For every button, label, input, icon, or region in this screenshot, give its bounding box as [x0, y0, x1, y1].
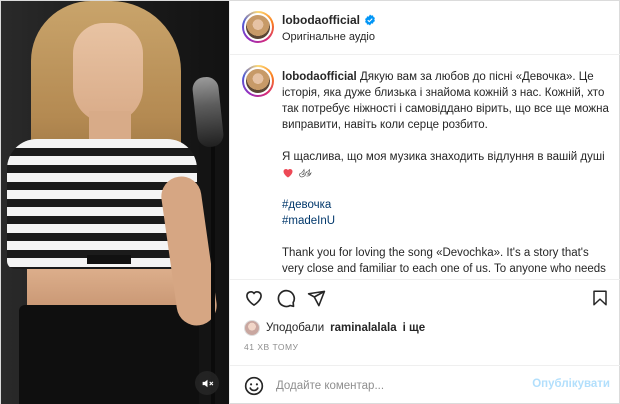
comment-button[interactable] [274, 286, 298, 310]
sound-off-icon [202, 379, 213, 387]
caption-text-2: Я щаслива, що моя музика знаходить відлу… [282, 151, 605, 163]
liker-username[interactable]: raminalalala [330, 322, 396, 334]
save-button[interactable] [588, 286, 612, 310]
likes-summary: Уподобали raminalalala і ще [244, 319, 425, 337]
emoji-icon[interactable] [244, 376, 264, 396]
caption-paragraph-1: lobodaofficial Дякую вам за любов до піс… [282, 69, 612, 133]
like-button[interactable] [242, 286, 266, 310]
author-username-text[interactable]: lobodaofficial [282, 13, 360, 27]
bookmark-icon [593, 290, 607, 306]
post-timestamp[interactable]: 41 ХВ ТОМУ [244, 342, 298, 352]
video-mic-stand [211, 121, 215, 404]
video-figure-midriff [27, 269, 187, 309]
verified-icon [365, 14, 375, 26]
white-doves-emoji [299, 168, 312, 178]
comment-icon [277, 289, 296, 308]
caption-emojis [282, 167, 312, 179]
caption-hashtags: #девочка #madeInU [282, 197, 612, 229]
mute-button[interactable] [195, 371, 219, 395]
hashtag-link[interactable]: #девочка [282, 197, 612, 213]
comment-input[interactable] [276, 377, 516, 395]
share-button[interactable] [304, 286, 328, 310]
video-figure-face [73, 23, 143, 123]
hashtag-link[interactable]: #madeInU [282, 213, 612, 229]
share-icon [307, 290, 325, 306]
audio-link[interactable]: Оригінальне аудіо [282, 31, 375, 43]
caption-paragraph-2: Я щаслива, що моя музика знаходить відлу… [282, 149, 612, 181]
caption-avatar[interactable] [242, 65, 274, 97]
post-caption: lobodaofficial Дякую вам за любов до піс… [230, 57, 620, 279]
author-avatar[interactable] [242, 11, 274, 43]
caption-body: lobodaofficial Дякую вам за любов до піс… [282, 69, 612, 279]
caption-username[interactable]: lobodaofficial [282, 71, 357, 83]
comment-box: Опублікувати [230, 365, 620, 404]
red-heart-emoji [283, 168, 293, 178]
heart-icon [246, 291, 262, 307]
action-bar [230, 279, 620, 315]
likes-prefix: Уподобали [266, 322, 325, 334]
post-video[interactable] [1, 1, 229, 404]
post-details-panel: lobodaofficial Оригінальне аудіо lobodao… [229, 1, 620, 404]
author-username[interactable]: lobodaofficial [282, 13, 376, 27]
likes-suffix[interactable]: і ще [403, 322, 426, 334]
publish-button[interactable]: Опублікувати [532, 378, 610, 390]
post-dialog: lobodaofficial Оригінальне аудіо lobodao… [0, 0, 620, 404]
video-figure-skirt [19, 305, 199, 404]
video-figure-top-label [87, 255, 131, 264]
caption-text-3: Thank you for loving the song «Devochka»… [282, 247, 606, 275]
video-figure-neck [89, 111, 131, 141]
post-header: lobodaofficial Оригінальне аудіо [230, 1, 620, 55]
liker-avatar[interactable] [244, 320, 260, 336]
caption-paragraph-3: Thank you for loving the song «Devochka»… [282, 245, 612, 279]
